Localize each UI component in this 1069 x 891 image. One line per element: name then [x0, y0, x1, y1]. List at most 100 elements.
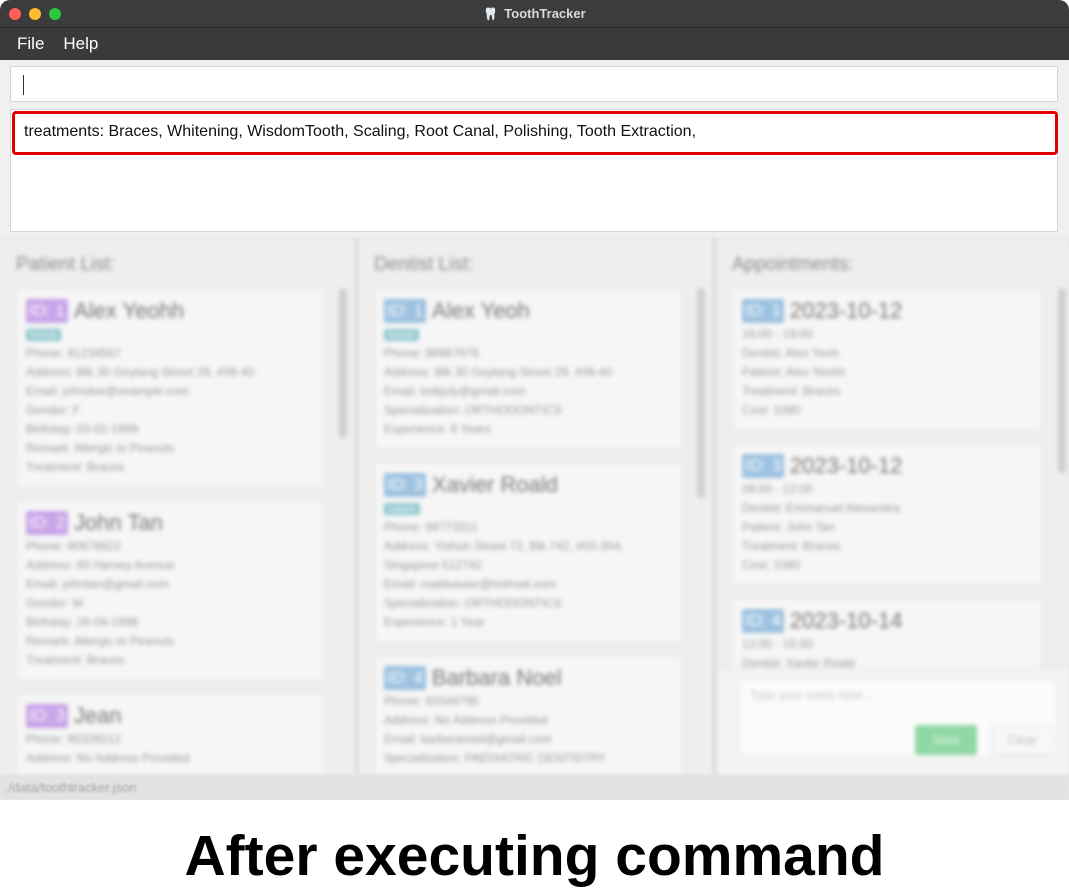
- tag-badge: friends: [384, 329, 420, 341]
- status-file-path: ./data/toothtracker.json: [5, 780, 137, 795]
- appointment-detail: Dentist: Emmanuel Alexandra: [742, 501, 901, 515]
- dentist-detail: Specialization: ORTHODONTICS: [384, 596, 562, 610]
- dentist-list-header: Dentist List:: [374, 254, 474, 275]
- text-caret: [23, 75, 24, 95]
- dentist-detail: Singapore 512742: [384, 558, 483, 572]
- id-badge: ID: 3: [384, 473, 426, 497]
- command-input[interactable]: [10, 66, 1058, 102]
- id-badge: ID: 1: [26, 299, 68, 323]
- close-window-button[interactable]: [9, 8, 21, 20]
- patient-detail: Treatment: Braces: [26, 460, 125, 474]
- dentist-card-header: ID: 3 Xavier Roald: [384, 471, 673, 499]
- dentist-detail: Email: bobjuly@gmail.com: [384, 384, 526, 398]
- id-badge: ID: 3: [742, 454, 784, 478]
- dentist-list: ID: 1 Alex Yeoh friends Phone: 98987676 Addr…: [374, 288, 683, 775]
- dentist-name: Xavier Roald: [431, 472, 558, 497]
- result-message: treatments: Braces, Whitening, WisdomToo…: [12, 111, 1058, 155]
- patient-list-scrollbar[interactable]: [339, 288, 347, 438]
- dentist-card[interactable]: ID: 1 Alex Yeoh friends Phone: 98987676 Addr…: [374, 288, 683, 450]
- dentist-detail: Address: Blk 30 Geylang Street 29, #06-4…: [384, 365, 613, 379]
- dentist-detail: Experience: 1 Year: [384, 615, 485, 629]
- appointment-list: ID: 1 2023-10-12 16:00 - 19:00 Dentist: Ale…: [732, 288, 1043, 668]
- dentist-name: Alex Yeoh: [431, 298, 530, 323]
- patient-name: Jean: [73, 703, 122, 728]
- minimize-window-button[interactable]: [29, 8, 41, 20]
- appointment-card[interactable]: ID: 4 2023-10-14 12:00 - 15:00 Dentist: Xav…: [732, 598, 1043, 668]
- id-badge: ID: 1: [742, 299, 784, 323]
- patient-card[interactable]: ID: 2 John Tan Phone: 90676622 Address: 60 …: [16, 500, 325, 681]
- appointment-detail: Treatment: Braces: [742, 384, 841, 398]
- appointment-name: 2023-10-14: [789, 608, 903, 633]
- patient-detail: Birthday: 03-02-1999: [26, 422, 139, 436]
- lists-panel: Patient List: ID: 1 Alex Yeohh friends Phon…: [0, 238, 1069, 775]
- id-badge: ID: 4: [384, 666, 426, 690]
- menu-help[interactable]: Help: [63, 34, 98, 54]
- patient-detail: Treatment: Braces: [26, 653, 125, 667]
- id-badge: ID: 1: [384, 299, 426, 323]
- appointment-card-header: ID: 1 2023-10-12: [742, 297, 1033, 325]
- notes-placeholder: Type your notes here...: [750, 688, 873, 702]
- appointment-detail: Patient: Alex Yeohh: [742, 365, 846, 379]
- dentist-detail: Experience: 6 Years: [384, 422, 491, 436]
- dentist-detail: Phone: 98987676: [384, 346, 479, 360]
- result-display: treatments: Braces, Whitening, WisdomToo…: [10, 109, 1058, 232]
- window-title-text: ToothTracker: [504, 6, 586, 21]
- maximize-window-button[interactable]: [49, 8, 61, 20]
- patient-list: ID: 1 Alex Yeohh friends Phone: 91234567 Add…: [16, 288, 325, 775]
- menu-file[interactable]: File: [17, 34, 44, 54]
- dentist-card-header: ID: 4 Barbara Noel: [384, 664, 673, 692]
- patient-detail: Phone: 90676622: [26, 539, 121, 553]
- appointment-detail: Treatment: Braces: [742, 539, 841, 553]
- patient-card[interactable]: ID: 3 Jean Phone: 95339212 Address: No Addr…: [16, 693, 325, 775]
- tag-badge: trainee: [384, 503, 420, 515]
- patient-detail: Gender: F: [26, 403, 81, 417]
- patient-detail: Phone: 95339212: [26, 732, 121, 746]
- dentist-card[interactable]: ID: 3 Xavier Roald trainee Phone: 99773311 A…: [374, 462, 683, 643]
- patient-name: John Tan: [73, 510, 163, 535]
- appointment-detail: 16:00 - 19:00: [742, 327, 813, 341]
- app-window: 🦷 ToothTracker File Help treatments: Bra…: [0, 0, 1069, 800]
- patient-detail: Address: No Address Provided: [26, 751, 190, 765]
- patient-detail: Email: johndoe@example.com: [26, 384, 189, 398]
- id-badge: ID: 3: [26, 704, 68, 728]
- tag-badge: friends: [26, 329, 62, 341]
- appointment-card[interactable]: ID: 3 2023-10-12 09:00 - 12:00 Dentist: Emm…: [732, 443, 1043, 586]
- window-title: 🦷 ToothTracker: [483, 6, 585, 21]
- dentist-list-scrollbar[interactable]: [697, 288, 705, 498]
- dentist-detail: Specialization: PAEDIATRIC DENTISTRY: [384, 751, 607, 765]
- patient-detail: Phone: 91234567: [26, 346, 121, 360]
- dentist-list-panel: Dentist List: ID: 1 Alex Yeoh friends Phone…: [358, 238, 716, 775]
- menu-bar: File Help: [0, 28, 1069, 60]
- patient-detail: Email: johntan@gmail.com: [26, 577, 169, 591]
- save-button[interactable]: Save: [915, 725, 977, 755]
- appointment-detail: 12:00 - 15:00: [742, 637, 813, 651]
- patient-detail: Birthday: 26-06-1998: [26, 615, 139, 629]
- dentist-detail: Specialization: ORTHODONTICS: [384, 403, 562, 417]
- appointment-name: 2023-10-12: [789, 453, 903, 478]
- dentist-detail: Address: No Address Provided: [384, 713, 548, 727]
- patient-detail: Address: Blk 30 Geylang Street 29, #06-4…: [26, 365, 255, 379]
- dentist-card-header: ID: 1 Alex Yeoh: [384, 297, 673, 325]
- patient-detail: Remark: Allergic to Peanuts: [26, 634, 175, 648]
- dentist-detail: Phone: 93349795: [384, 694, 479, 708]
- patient-card-header: ID: 1 Alex Yeohh: [26, 297, 315, 325]
- appointment-detail: 09:00 - 12:00: [742, 482, 813, 496]
- patient-card[interactable]: ID: 1 Alex Yeohh friends Phone: 91234567 Add…: [16, 288, 325, 488]
- notes-panel: Type your notes here... Save Clear: [719, 668, 1069, 775]
- command-area: treatments: Braces, Whitening, WisdomToo…: [0, 60, 1069, 238]
- clear-button[interactable]: Clear: [991, 725, 1053, 755]
- appointment-name: 2023-10-12: [789, 298, 903, 323]
- dentist-detail: Address: Yishun Street 72, Blk 742, #03-…: [384, 539, 624, 553]
- id-badge: ID: 4: [742, 609, 784, 633]
- appointment-detail: Dentist: Alex Yeoh: [742, 346, 839, 360]
- appointment-list-scrollbar[interactable]: [1058, 288, 1066, 473]
- patient-detail: Remark: Allergic to Peanuts: [26, 441, 175, 455]
- patient-detail: Address: 60 Harvey Avenue: [26, 558, 175, 572]
- dentist-card[interactable]: ID: 4 Barbara Noel Phone: 93349795 Address:…: [374, 655, 683, 775]
- dentist-detail: Phone: 99773311: [384, 520, 478, 534]
- patient-card-header: ID: 3 Jean: [26, 702, 315, 730]
- caption: After executing command: [184, 824, 885, 888]
- appointment-detail: Dentist: Xavier Roald: [742, 656, 855, 668]
- appointment-card[interactable]: ID: 1 2023-10-12 16:00 - 19:00 Dentist: Ale…: [732, 288, 1043, 431]
- window-controls: [9, 8, 61, 20]
